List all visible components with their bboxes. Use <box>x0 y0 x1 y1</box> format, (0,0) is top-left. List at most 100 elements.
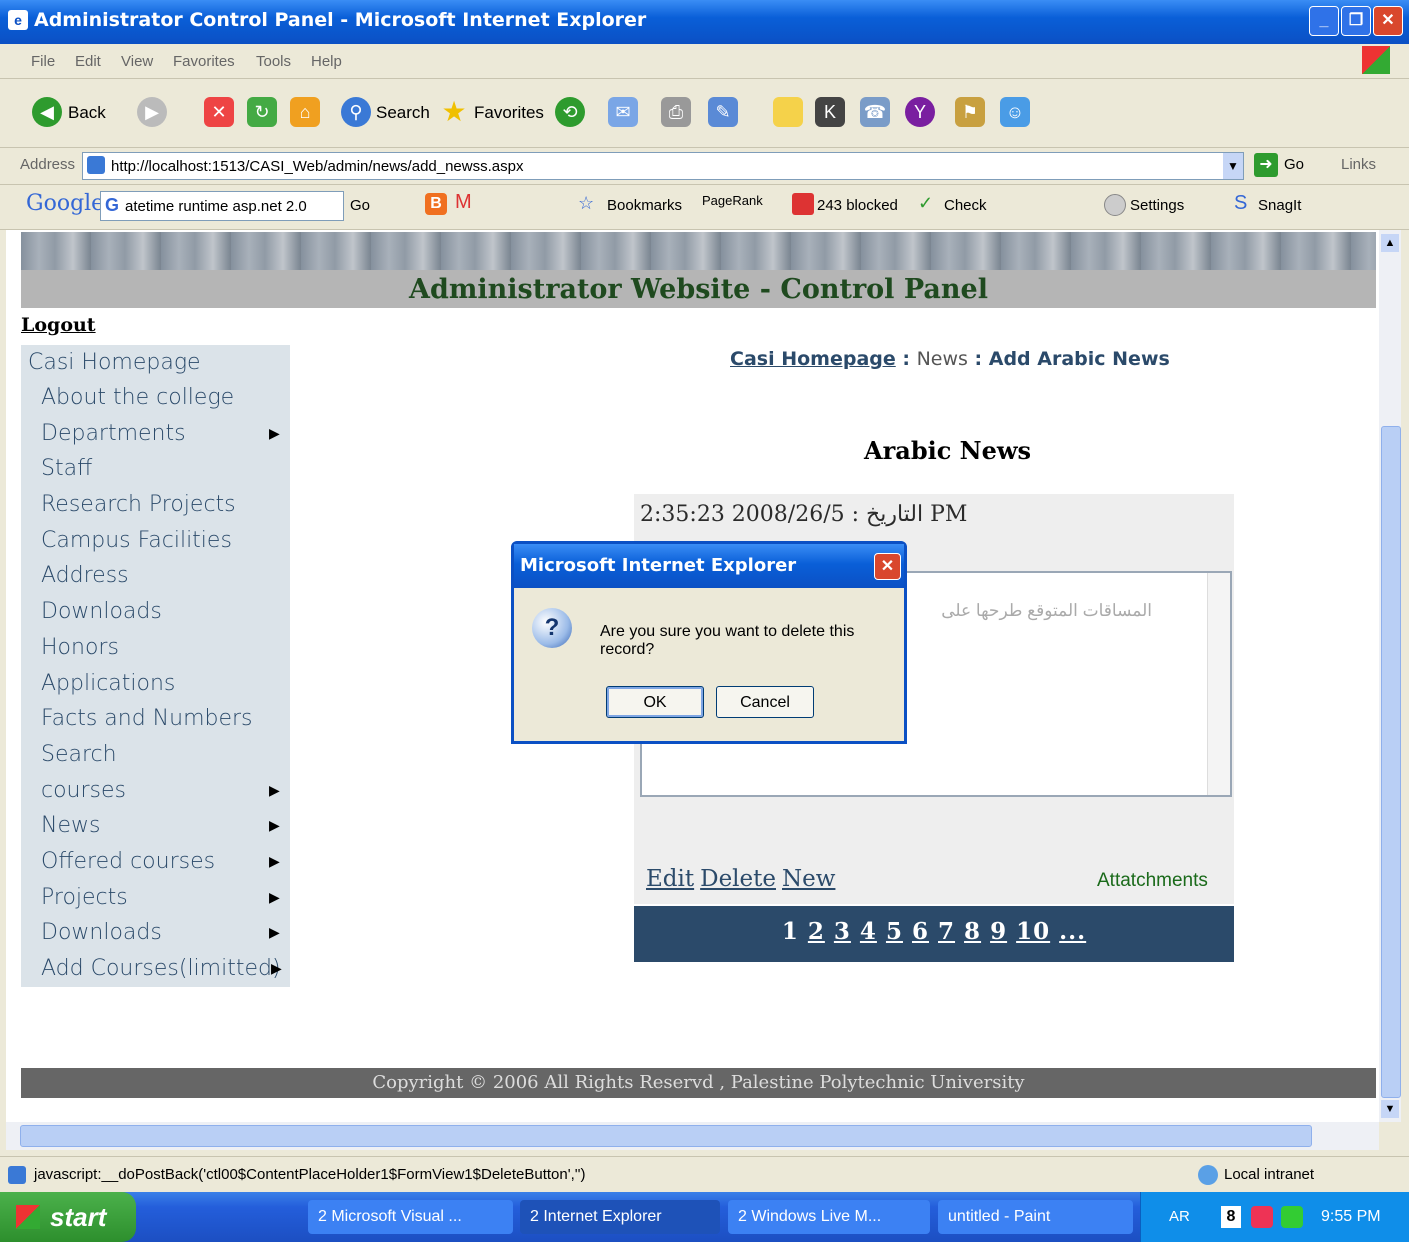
nav-item-research-projects[interactable]: Research Projects <box>41 492 236 517</box>
cancel-button[interactable]: Cancel <box>716 686 814 718</box>
nav-item-search[interactable]: Search <box>41 742 117 767</box>
taskbar-item-visual-studio[interactable]: 2 Microsoft Visual ... <box>308 1200 513 1234</box>
clock[interactable]: 9:55 PM <box>1321 1208 1381 1226</box>
pagerank-indicator[interactable]: PageRank <box>702 193 763 208</box>
google-search-input[interactable]: G atetime runtime asp.net 2.0 <box>100 191 344 221</box>
vertical-scrollbar[interactable]: ▲ ▼ <box>1379 230 1401 1122</box>
back-button-label[interactable]: Back <box>68 103 106 123</box>
home-icon[interactable]: ⌂ <box>290 97 320 127</box>
snagit-button[interactable]: SnagIt <box>1258 197 1301 214</box>
nav-item-offered-courses[interactable]: Offered courses <box>41 849 215 874</box>
dialog-close-button[interactable]: ✕ <box>874 553 901 580</box>
new-link[interactable]: New <box>782 866 835 892</box>
taskbar-item-windows-live[interactable]: 2 Windows Live M... <box>728 1200 930 1234</box>
search-button-label[interactable]: Search <box>376 103 430 123</box>
start-button[interactable]: start <box>0 1192 136 1242</box>
settings-button[interactable]: Settings <box>1130 197 1184 214</box>
stop-icon[interactable]: ✕ <box>204 97 234 127</box>
mail-icon[interactable]: ✉ <box>608 97 638 127</box>
menu-file[interactable]: File <box>31 53 55 70</box>
maximize-button[interactable]: ❐ <box>1341 6 1371 36</box>
page-link[interactable]: 7 <box>938 918 955 945</box>
dialog-title-bar[interactable]: Microsoft Internet Explorer ✕ <box>514 544 904 588</box>
tray-icon[interactable]: 8 <box>1221 1206 1241 1228</box>
go-arrow-icon[interactable]: ➜ <box>1254 153 1278 177</box>
note-icon[interactable] <box>773 97 803 127</box>
volume-icon[interactable] <box>1281 1206 1303 1228</box>
google-go-button[interactable]: Go <box>350 197 370 214</box>
back-icon[interactable]: ◀ <box>32 97 62 127</box>
edit-icon[interactable]: ✎ <box>708 97 738 127</box>
language-indicator[interactable]: AR <box>1169 1208 1190 1225</box>
address-input[interactable]: http://localhost:1513/CASI_Web/admin/new… <box>82 152 1244 180</box>
close-button[interactable]: ✕ <box>1373 6 1403 36</box>
messenger-icon[interactable]: ☎ <box>860 97 890 127</box>
scroll-down-icon[interactable]: ▼ <box>1381 1100 1399 1118</box>
google-logo[interactable]: Google <box>26 191 104 216</box>
address-dropdown-icon[interactable]: ▼ <box>1223 153 1243 179</box>
nav-item-casi-homepage[interactable]: Casi Homepage <box>28 350 201 375</box>
nav-item-campus-facilities[interactable]: Campus Facilities <box>41 528 232 553</box>
refresh-icon[interactable]: ↻ <box>247 97 277 127</box>
horizontal-scrollbar[interactable] <box>6 1122 1379 1150</box>
taskbar-item-paint[interactable]: untitled - Paint <box>938 1200 1133 1234</box>
menu-edit[interactable]: Edit <box>75 53 101 70</box>
nav-item-about-college[interactable]: About the college <box>41 385 234 410</box>
blogger-icon[interactable]: B <box>425 193 447 215</box>
page-link-more[interactable]: ... <box>1059 918 1086 945</box>
page-link[interactable]: 10 <box>1016 918 1050 945</box>
nav-item-staff[interactable]: Staff <box>41 456 92 481</box>
nav-item-address[interactable]: Address <box>41 563 129 588</box>
page-link[interactable]: 4 <box>860 918 877 945</box>
logout-link[interactable]: Logout <box>21 314 96 336</box>
history-icon[interactable]: ⟲ <box>555 97 585 127</box>
favorites-icon[interactable]: ★ <box>439 97 469 127</box>
ok-button[interactable]: OK <box>606 686 704 718</box>
people-icon[interactable]: ☺ <box>1000 97 1030 127</box>
page-link[interactable]: 5 <box>886 918 903 945</box>
bookmarks-button[interactable]: Bookmarks <box>607 197 682 214</box>
minimize-button[interactable]: _ <box>1309 6 1339 36</box>
vertical-scroll-thumb[interactable] <box>1381 426 1401 1098</box>
research-icon[interactable]: ⚑ <box>955 97 985 127</box>
nav-item-departments[interactable]: Departments <box>41 421 186 446</box>
nav-item-downloads[interactable]: Downloads <box>41 599 162 624</box>
print-icon[interactable]: ⎙ <box>661 97 691 127</box>
page-link[interactable]: 8 <box>964 918 981 945</box>
textarea-scrollbar[interactable] <box>1207 573 1230 795</box>
check-button[interactable]: Check <box>944 197 987 214</box>
horizontal-scroll-thumb[interactable] <box>20 1125 1312 1147</box>
favorites-button-label[interactable]: Favorites <box>474 103 544 123</box>
nav-item-add-courses[interactable]: Add Courses(limitted) <box>41 956 281 981</box>
page-link[interactable]: 2 <box>808 918 825 945</box>
yahoo-icon[interactable]: Y <box>905 97 935 127</box>
gmail-icon[interactable]: M <box>455 191 472 214</box>
page-link[interactable]: 9 <box>990 918 1007 945</box>
forward-icon[interactable]: ▶ <box>137 97 167 127</box>
nav-item-courses[interactable]: courses <box>41 778 126 803</box>
nav-item-downloads-2[interactable]: Downloads <box>41 920 162 945</box>
go-button[interactable]: Go <box>1284 156 1304 173</box>
nav-item-honors[interactable]: Honors <box>41 635 119 660</box>
links-button[interactable]: Links <box>1341 156 1376 173</box>
page-link[interactable]: 6 <box>912 918 929 945</box>
delete-link[interactable]: Delete <box>700 866 776 892</box>
menu-view[interactable]: View <box>121 53 153 70</box>
scroll-up-icon[interactable]: ▲ <box>1381 234 1399 252</box>
menu-favorites[interactable]: Favorites <box>173 53 235 70</box>
nav-item-projects[interactable]: Projects <box>41 885 128 910</box>
nav-item-facts-numbers[interactable]: Facts and Numbers <box>41 706 253 731</box>
page-link[interactable]: 3 <box>834 918 851 945</box>
search-icon[interactable]: ⚲ <box>341 97 371 127</box>
nav-item-applications[interactable]: Applications <box>41 671 175 696</box>
menu-help[interactable]: Help <box>311 53 342 70</box>
network-icon[interactable] <box>1251 1206 1273 1228</box>
menu-tools[interactable]: Tools <box>256 53 291 70</box>
attachments-link[interactable]: Attatchments <box>1097 870 1208 892</box>
edit-link[interactable]: Edit <box>646 866 694 892</box>
taskbar-item-internet-explorer[interactable]: 2 Internet Explorer <box>520 1200 720 1234</box>
nav-item-news[interactable]: News <box>41 813 100 838</box>
k-icon[interactable]: K <box>815 97 845 127</box>
breadcrumb-home-link[interactable]: Casi Homepage <box>730 348 896 370</box>
popup-blocked-count[interactable]: 243 blocked <box>817 197 898 214</box>
